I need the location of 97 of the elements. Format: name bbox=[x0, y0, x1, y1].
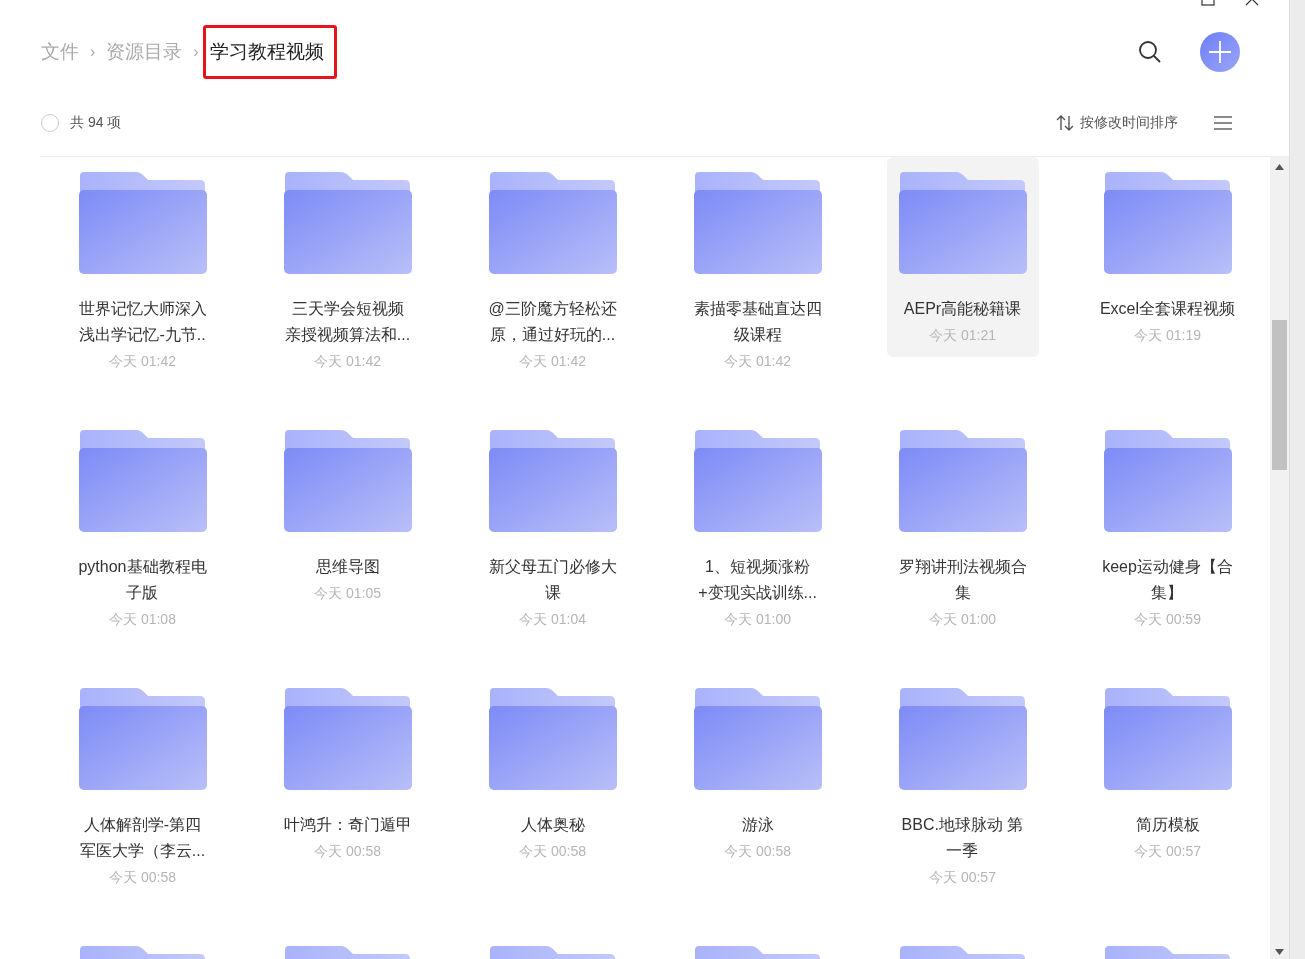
folder-name: 级课程 bbox=[733, 325, 782, 345]
item-count: 共 94 项 bbox=[70, 114, 123, 132]
folder-card[interactable]: 1、短视频涨粉 +变现实战训练... 今天 01:00 bbox=[681, 415, 834, 632]
folder-name: 思维导图 bbox=[315, 557, 380, 577]
folder-icon bbox=[897, 428, 1028, 534]
folder-icon bbox=[77, 428, 208, 534]
modified-time: 今天 01:04 bbox=[519, 610, 586, 629]
folder-name: 课 bbox=[544, 583, 561, 603]
folder-icon bbox=[692, 686, 823, 792]
modified-time: 今天 00:58 bbox=[109, 868, 176, 887]
folder-name: 简历模板 bbox=[1135, 815, 1200, 835]
folder-icon bbox=[1102, 170, 1233, 276]
folder-card[interactable]: keep运动健身【合 集】 今天 00:59 bbox=[1091, 415, 1244, 632]
folder-icon bbox=[897, 170, 1028, 276]
modified-time: 今天 01:42 bbox=[724, 352, 791, 371]
folder-card[interactable]: 简历模板 今天 00:57 bbox=[1091, 673, 1244, 873]
folder-name: 子版 bbox=[126, 583, 159, 603]
breadcrumb-item[interactable]: 学习教程视频 bbox=[209, 38, 324, 65]
folder-name: 游泳 bbox=[741, 815, 774, 835]
modified-time: 今天 01:42 bbox=[314, 352, 381, 371]
folder-name: 集】 bbox=[1151, 583, 1184, 603]
folder-icon bbox=[282, 428, 413, 534]
plus-icon bbox=[1209, 40, 1231, 63]
modified-time: 今天 00:59 bbox=[1134, 610, 1201, 629]
folder-card[interactable]: @三阶魔方轻松还 原，通过好玩的... 今天 01:42 bbox=[476, 157, 629, 374]
folder-name: +变现实战训练... bbox=[698, 583, 817, 603]
folder-name: 罗翔讲刑法视频合 bbox=[898, 557, 1027, 577]
folder-name: 叶鸿升：奇门遁甲 bbox=[283, 815, 412, 835]
folder-name: 素描零基础直达四 bbox=[693, 299, 822, 319]
folder-icon bbox=[487, 428, 618, 534]
folder-card[interactable]: 游泳 今天 00:58 bbox=[681, 673, 834, 873]
modified-time: 今天 00:58 bbox=[519, 842, 586, 861]
folder-card[interactable]: 新父母五门必修大 课 今天 01:04 bbox=[476, 415, 629, 632]
folder-icon bbox=[487, 686, 618, 792]
folder-name: 军医大学（李云... bbox=[79, 841, 206, 861]
menu-icon[interactable] bbox=[1214, 116, 1232, 130]
folder-card[interactable]: 人体解剖学-第四 军医大学（李云... 今天 00:58 bbox=[66, 673, 219, 890]
folder-name: 浅出学记忆-九节.. bbox=[79, 325, 206, 345]
folder-card[interactable]: 叶鸿升：奇门遁甲 今天 00:58 bbox=[271, 673, 424, 873]
folder-icon bbox=[487, 170, 618, 276]
folder-icon bbox=[1102, 428, 1233, 534]
folder-icon bbox=[692, 428, 823, 534]
modified-time: 今天 01:00 bbox=[724, 610, 791, 629]
folder-card[interactable]: 人体奥秘 今天 00:58 bbox=[476, 673, 629, 873]
modified-time: 今天 01:05 bbox=[314, 584, 381, 603]
folder-card[interactable]: 思维导图 今天 01:05 bbox=[271, 415, 424, 615]
sort-button[interactable]: 按修改时间排序 bbox=[1056, 114, 1178, 132]
modified-time: 今天 00:57 bbox=[929, 868, 996, 887]
folder-card[interactable]: BBC.地球脉动 第 一季 今天 00:57 bbox=[886, 673, 1039, 890]
breadcrumb-separator: › bbox=[90, 42, 96, 61]
modified-time: 今天 01:08 bbox=[109, 610, 176, 629]
folder-icon bbox=[77, 686, 208, 792]
folder-name: python基础教程电 bbox=[78, 557, 207, 577]
folder-card[interactable]: 世界记忆大师深入 浅出学记忆-九节.. 今天 01:42 bbox=[66, 157, 219, 374]
folder-card[interactable]: Excel全套课程视频 今天 01:19 bbox=[1091, 157, 1244, 357]
folder-card[interactable]: AEPr高能秘籍课 今天 01:21 bbox=[886, 157, 1039, 357]
scroll-up-icon[interactable] bbox=[1275, 164, 1284, 170]
folder-name: Excel全套课程视频 bbox=[1099, 299, 1236, 319]
folder-card[interactable]: python基础教程电 子版 今天 01:08 bbox=[66, 415, 219, 632]
folder-icon bbox=[692, 170, 823, 276]
modified-time: 今天 01:42 bbox=[519, 352, 586, 371]
folder-name: 人体解剖学-第四 bbox=[83, 815, 202, 835]
folder-name: 人体奥秘 bbox=[520, 815, 585, 835]
scrollbar-thumb[interactable] bbox=[1272, 320, 1287, 470]
folder-name: AEPr高能秘籍课 bbox=[903, 299, 1022, 319]
folder-name: 原，通过好玩的... bbox=[489, 325, 616, 345]
folder-name: 亲授视频算法和... bbox=[284, 325, 411, 345]
folder-name: BBC.地球脉动 第 bbox=[901, 815, 1024, 835]
modified-time: 今天 01:19 bbox=[1134, 326, 1201, 345]
sort-icon bbox=[1056, 115, 1074, 131]
breadcrumb-separator: › bbox=[193, 42, 199, 61]
folder-icon bbox=[77, 170, 208, 276]
modified-time: 今天 01:00 bbox=[929, 610, 996, 629]
folder-name: @三阶魔方轻松还 bbox=[488, 299, 617, 319]
folder-icon bbox=[282, 170, 413, 276]
scrollbar[interactable] bbox=[1270, 157, 1289, 959]
modified-time: 今天 00:58 bbox=[314, 842, 381, 861]
search-icon[interactable] bbox=[1138, 39, 1162, 64]
folder-name: 世界记忆大师深入 bbox=[78, 299, 207, 319]
folder-card[interactable]: 罗翔讲刑法视频合 集 今天 01:00 bbox=[886, 415, 1039, 632]
folder-name: 一季 bbox=[946, 841, 979, 861]
folder-icon bbox=[897, 686, 1028, 792]
modified-time: 今天 01:42 bbox=[109, 352, 176, 371]
folder-card[interactable]: 素描零基础直达四 级课程 今天 01:42 bbox=[681, 157, 834, 374]
modified-time: 今天 00:57 bbox=[1134, 842, 1201, 861]
modified-time: 今天 01:21 bbox=[929, 326, 996, 345]
folder-name: keep运动健身【合 bbox=[1102, 557, 1233, 577]
folder-name: 新父母五门必修大 bbox=[488, 557, 617, 577]
modified-time: 今天 00:58 bbox=[724, 842, 791, 861]
folder-name: 集 bbox=[954, 583, 971, 603]
folder-card[interactable]: 三天学会短视频 亲授视频算法和... 今天 01:42 bbox=[271, 157, 424, 374]
folder-name: 三天学会短视频 bbox=[291, 299, 404, 319]
folder-icon bbox=[1102, 686, 1233, 792]
folder-name: 1、短视频涨粉 bbox=[705, 557, 810, 577]
add-button[interactable] bbox=[1200, 31, 1240, 72]
scroll-down-icon[interactable] bbox=[1275, 949, 1284, 955]
folder-icon bbox=[282, 686, 413, 792]
